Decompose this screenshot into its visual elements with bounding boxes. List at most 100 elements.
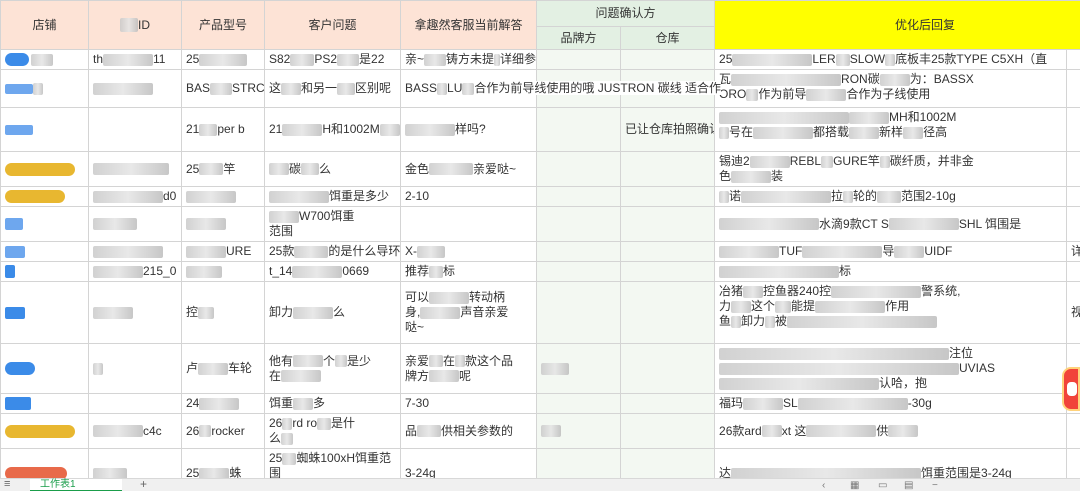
sheet-list-icon[interactable]: ≡	[4, 478, 10, 490]
answer-cell[interactable]: 推荐标	[400, 261, 537, 282]
question-cell[interactable]: 饵重 多	[264, 393, 401, 414]
overflow-cell[interactable]: 详情	[1066, 241, 1080, 262]
brand-cell[interactable]	[536, 343, 621, 394]
question-cell[interactable]: 21 H和1002M	[264, 107, 401, 152]
optimized-cell[interactable]: MH和1002M 号在 都搭载 新样 径高	[714, 107, 1068, 152]
overflow-cell[interactable]	[1066, 151, 1080, 187]
answer-cell[interactable]: X-	[400, 241, 537, 262]
store-cell[interactable]	[0, 413, 89, 449]
header-id[interactable]: ID	[88, 0, 182, 50]
table-row[interactable]: 215_0 t_14 0669 推荐标 标	[0, 261, 1080, 282]
optimized-cell[interactable]: 达 饵重范围是3-24g	[714, 448, 1068, 478]
layout-view-icon[interactable]: ▤	[904, 480, 913, 491]
id-cell[interactable]	[88, 343, 182, 394]
warehouse-cell[interactable]	[619, 343, 716, 394]
optimized-cell[interactable]: 冶猪 控鱼器240控 警系统, 力 这个 能提 作用鱼卸力被	[714, 281, 1068, 344]
question-cell[interactable]: 卸力 么	[264, 281, 401, 344]
model-cell[interactable]	[181, 186, 265, 207]
store-cell[interactable]	[0, 151, 89, 187]
warehouse-cell[interactable]	[619, 206, 716, 242]
overflow-cell[interactable]	[1066, 49, 1080, 70]
question-cell[interactable]: 饵重是多少	[264, 186, 401, 207]
model-cell[interactable]: 21 per b	[181, 107, 265, 152]
add-sheet-button[interactable]: +	[140, 478, 147, 490]
table-row[interactable]: W700饵重 范围 水滴9款CT S SHL 饵围是	[0, 206, 1080, 242]
overflow-cell[interactable]	[1066, 107, 1080, 152]
optimized-cell[interactable]: 瓦 RON碳 为：BASSX ORO 作为前导 合作为子线使用	[714, 69, 1068, 108]
question-cell[interactable]: t_14 0669	[264, 261, 401, 282]
overflow-cell[interactable]	[1066, 186, 1080, 207]
table-row[interactable]: th 11 25 S82 PS2 是22 亲~铸方未提详细参数 25 LER SLOW 底板…	[0, 49, 1080, 70]
question-cell[interactable]: 碳么	[264, 151, 401, 187]
model-cell[interactable]: 卢 车轮	[181, 343, 265, 394]
brand-cell[interactable]	[536, 206, 621, 242]
warehouse-cell[interactable]	[619, 413, 716, 449]
overflow-cell[interactable]	[1066, 448, 1080, 478]
model-cell[interactable]: 24	[181, 393, 265, 414]
answer-cell[interactable]: 可以 转动柄 身, 声音亲爱 哒~	[400, 281, 537, 344]
warehouse-cell[interactable]	[619, 393, 716, 414]
scroll-left-icon[interactable]: ‹	[822, 480, 825, 491]
spreadsheet[interactable]: 店铺 ID 产品型号 客户问题 拿趣然客服当前解答 问题确认方 优化后回复 品牌…	[0, 0, 1080, 478]
answer-cell[interactable]: 7-30	[400, 393, 537, 414]
optimized-cell[interactable]: 诺 拉轮的 范围2-10g	[714, 186, 1068, 207]
store-cell[interactable]	[0, 393, 89, 414]
page-view-icon[interactable]: ▭	[878, 480, 887, 491]
overflow-cell[interactable]	[1066, 69, 1080, 108]
warehouse-cell[interactable]: 已让仓库拍照确认	[619, 107, 716, 152]
id-cell[interactable]: th 11	[88, 49, 182, 70]
overflow-cell[interactable]	[1066, 261, 1080, 282]
table-row[interactable]: 25 竿 碳么 金色 亲爱哒~ 锡迪2 REBL GURE竿 碳纤质，并非金色装	[0, 151, 1080, 187]
header-confirm-group[interactable]: 问题确认方	[535, 0, 716, 27]
store-cell[interactable]	[0, 69, 89, 108]
optimized-cell[interactable]: 福玛 SL -30g	[714, 393, 1068, 414]
store-cell[interactable]	[0, 206, 89, 242]
table-row[interactable]: 21 per b 21 H和1002M 样吗? 已让仓库拍照确认 MH和1002M 号…	[0, 107, 1080, 152]
question-cell[interactable]: 25款 的是什么导环	[264, 241, 401, 262]
answer-cell[interactable]: 品 供相关参数的	[400, 413, 537, 449]
model-cell[interactable]	[181, 206, 265, 242]
grid-view-icon[interactable]: ▦	[850, 480, 859, 491]
store-cell[interactable]	[0, 241, 89, 262]
model-cell[interactable]: 25 蛛	[181, 448, 265, 478]
id-cell[interactable]: 215_0	[88, 261, 182, 282]
warehouse-cell[interactable]	[619, 448, 716, 478]
overflow-cell[interactable]: 视频	[1066, 281, 1080, 344]
model-cell[interactable]: 25	[181, 49, 265, 70]
brand-cell[interactable]	[536, 186, 621, 207]
brand-cell[interactable]	[536, 107, 621, 152]
brand-cell[interactable]	[536, 151, 621, 187]
model-cell[interactable]: URE	[181, 241, 265, 262]
model-cell[interactable]	[181, 261, 265, 282]
warehouse-cell[interactable]	[619, 261, 716, 282]
model-cell[interactable]: 控	[181, 281, 265, 344]
id-cell[interactable]	[88, 107, 182, 152]
brand-cell[interactable]	[536, 448, 621, 478]
brand-cell[interactable]	[536, 49, 621, 70]
brand-cell[interactable]	[536, 261, 621, 282]
question-cell[interactable]: 26 rd ro 是什么	[264, 413, 401, 449]
header-warehouse[interactable]: 仓库	[619, 26, 716, 50]
brand-cell[interactable]	[536, 393, 621, 414]
zoom-out-icon[interactable]: −	[932, 480, 938, 491]
header-optimized[interactable]: 优化后回复	[714, 0, 1080, 50]
warehouse-cell[interactable]	[619, 151, 716, 187]
table-row[interactable]: BAS STRC 这 和另一 区别呢 BASS LU 合作为前导线使用的哦 JUSTRON…	[0, 69, 1080, 108]
header-brand[interactable]: 品牌方	[536, 26, 621, 50]
store-cell[interactable]	[0, 448, 89, 478]
optimized-cell[interactable]: 26款ard xt 这 供	[714, 413, 1068, 449]
brand-cell[interactable]	[536, 241, 621, 262]
store-cell[interactable]	[0, 261, 89, 282]
table-row[interactable]: c4c 26 rocker 26 rd ro 是什么 品 供相关参数的 26款ard xt…	[0, 413, 1080, 449]
store-cell[interactable]	[0, 49, 89, 70]
id-cell[interactable]	[88, 281, 182, 344]
answer-cell[interactable]: 亲爱在款这个品 牌方 呢	[400, 343, 537, 394]
header-current-answer[interactable]: 拿趣然客服当前解答	[400, 0, 537, 50]
optimized-cell[interactable]: 标	[714, 261, 1068, 282]
table-row[interactable]: d0 饵重是多少 2-10 诺 拉轮的 范围2-10g	[0, 186, 1080, 207]
optimized-cell[interactable]: 水滴9款CT S SHL 饵围是	[714, 206, 1068, 242]
answer-cell[interactable]	[400, 206, 537, 242]
answer-cell[interactable]: 2-10	[400, 186, 537, 207]
optimized-cell[interactable]: TUF 导 UIDF	[714, 241, 1068, 262]
table-row[interactable]: 24 饵重 多 7-30 福玛 SL -30g	[0, 393, 1080, 414]
